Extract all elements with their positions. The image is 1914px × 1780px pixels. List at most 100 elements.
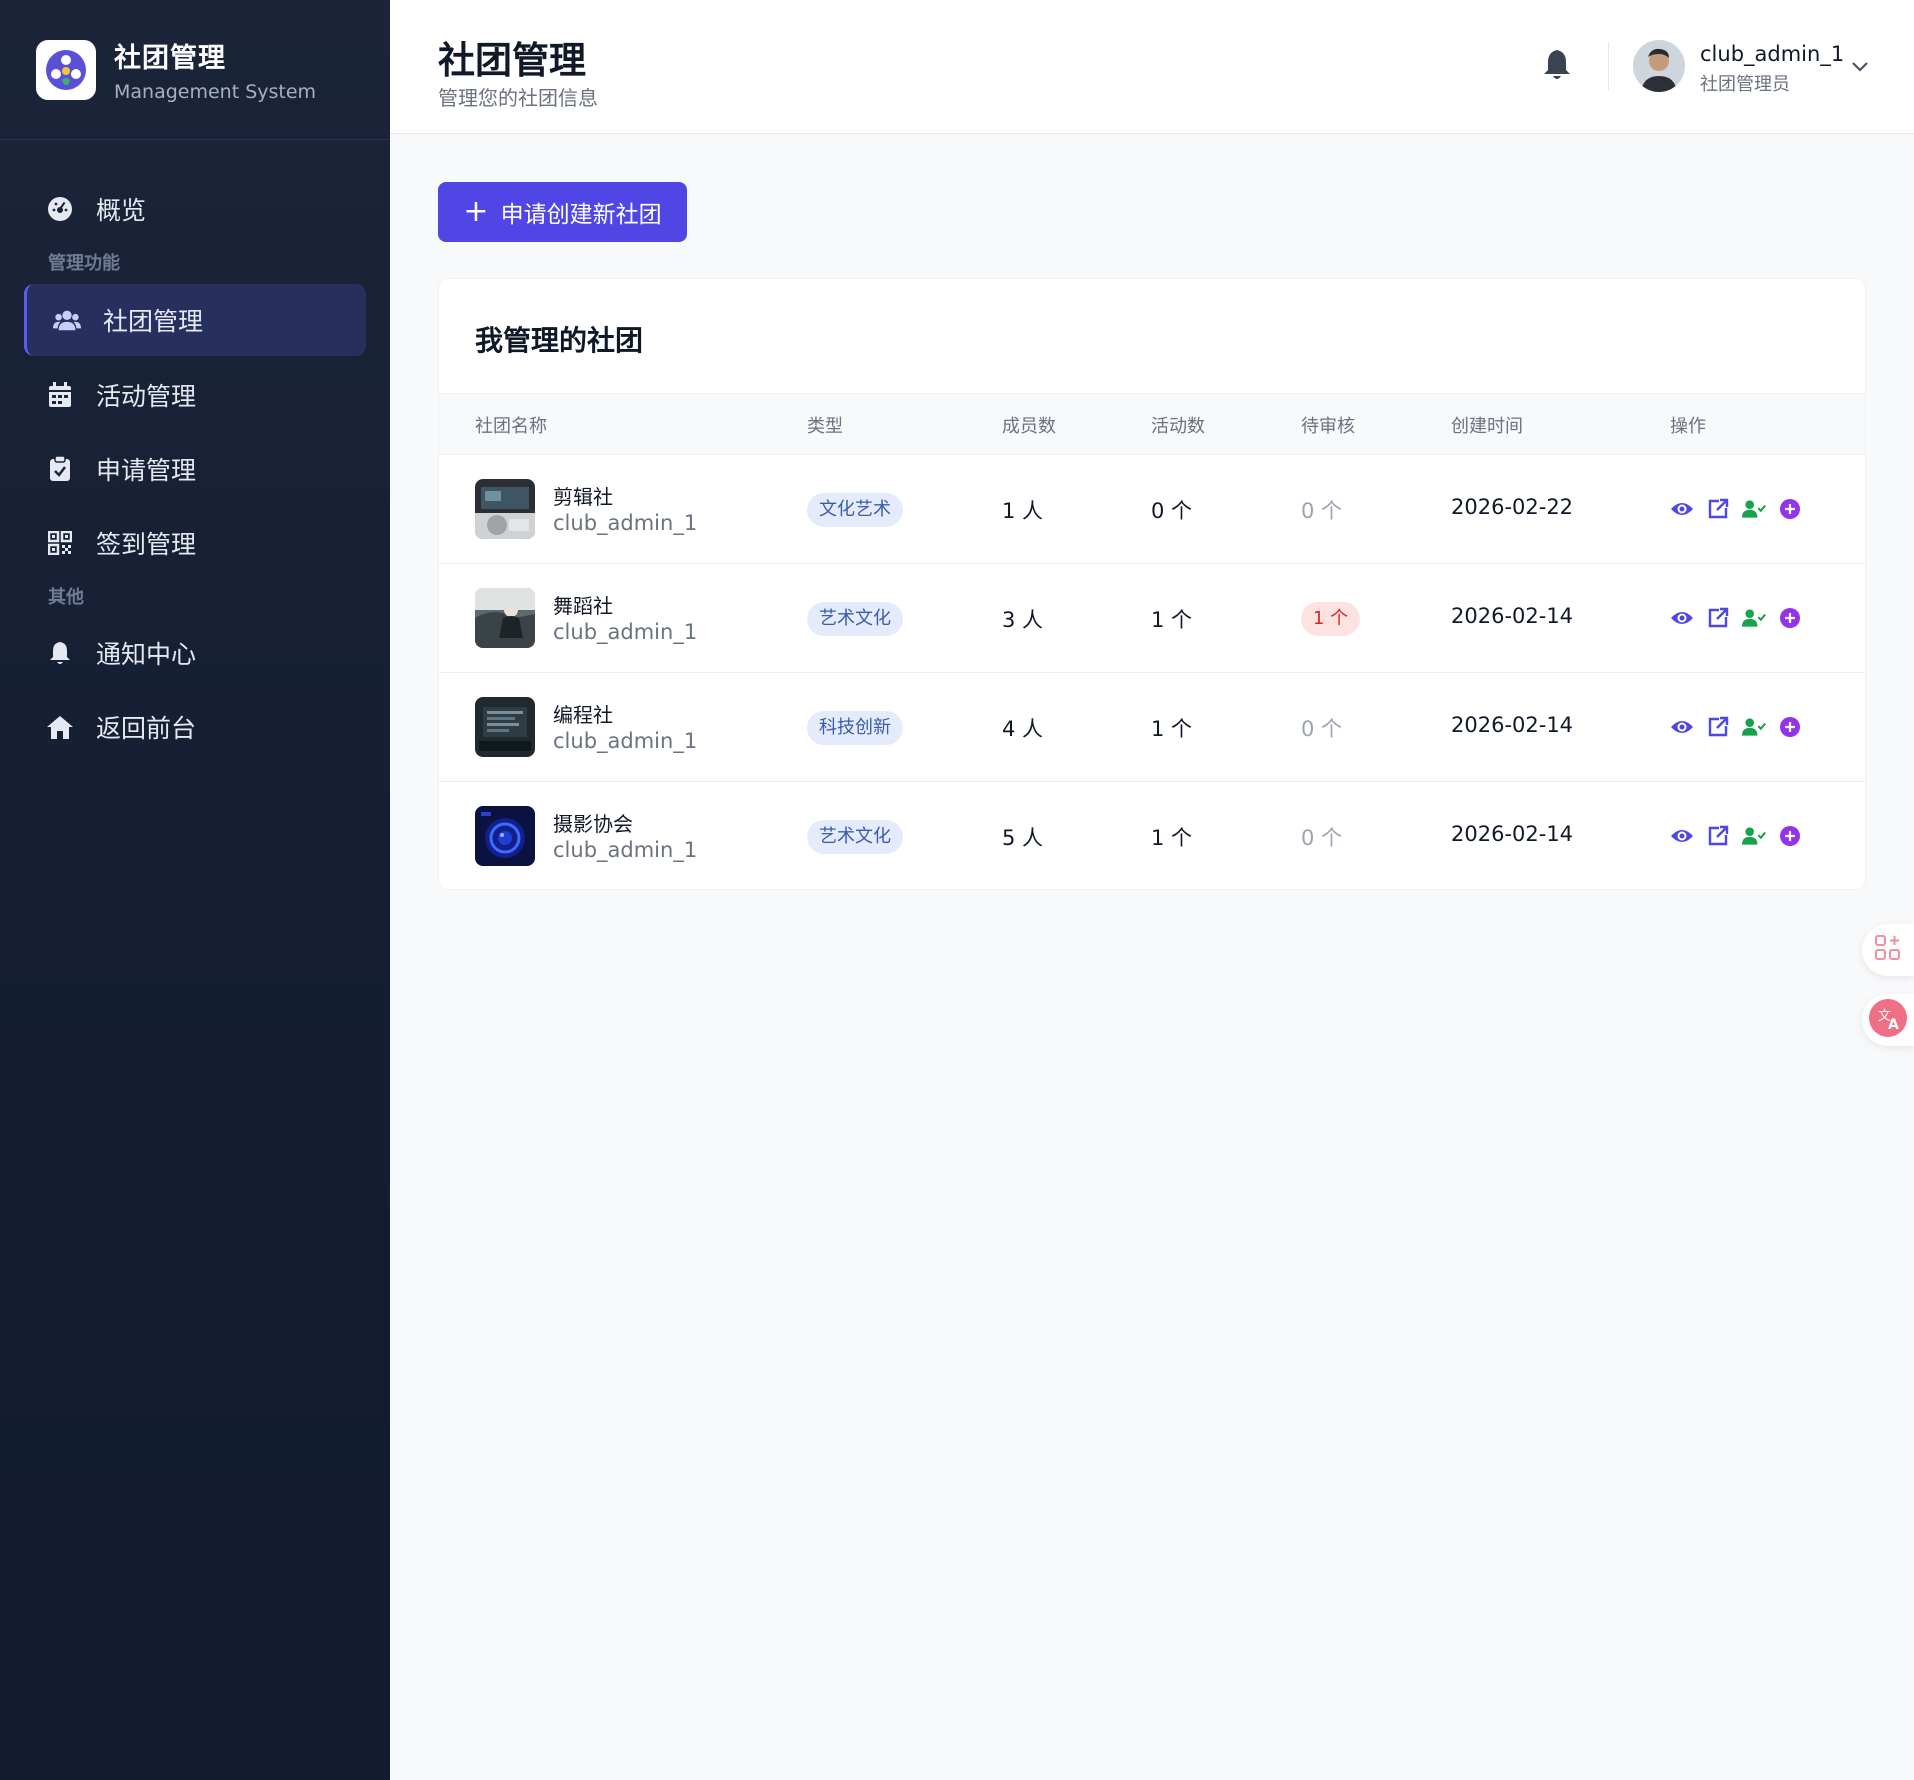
plus-circle-icon[interactable] [1778, 824, 1802, 848]
user-name[interactable]: club_admin_1 [1700, 42, 1844, 66]
user-check-icon[interactable] [1742, 606, 1766, 630]
create-club-label: 申请创建新社团 [500, 202, 662, 228]
sidebar-item-notifications[interactable]: 通知中心 [0, 618, 390, 688]
create-club-button[interactable]: + 申请创建新社团 [438, 182, 687, 242]
sidebar-item-application-manage[interactable]: 申请管理 [0, 434, 390, 504]
user-check-icon[interactable] [1742, 824, 1766, 848]
club-created: 2026-02-22 [1451, 495, 1574, 519]
user-role: 社团管理员 [1700, 74, 1790, 95]
external-link-icon[interactable] [1706, 824, 1730, 848]
brand: 社团管理 Management System [0, 0, 390, 140]
club-members: 1 人 [1002, 499, 1044, 523]
brand-logo [36, 39, 96, 100]
club-activities: 1 个 [1151, 717, 1193, 741]
user-check-icon[interactable] [1742, 715, 1766, 739]
table-header: 社团名称 类型 成员数 活动数 待审核 创建时间 操作 [439, 393, 1865, 455]
notification-bell-icon[interactable] [1542, 48, 1576, 84]
club-type-tag: 艺术文化 [807, 820, 903, 854]
sidebar-item-label: 签到管理 [96, 530, 197, 559]
plus-circle-icon[interactable] [1778, 497, 1802, 521]
club-pending: 0 个 [1301, 717, 1343, 741]
external-link-icon[interactable] [1706, 715, 1730, 739]
th-club-name: 社团名称 [475, 416, 547, 437]
plus-icon: + [463, 194, 489, 229]
club-name[interactable]: 摄影协会 [553, 808, 633, 837]
translate-icon: 文A [1868, 998, 1908, 1042]
users-icon [53, 306, 81, 334]
club-owner: club_admin_1 [553, 729, 698, 753]
club-name[interactable]: 编程社 [553, 699, 613, 728]
plus-circle-icon[interactable] [1778, 715, 1802, 739]
th-type: 类型 [807, 416, 843, 437]
table-row[interactable]: 舞蹈社 club_admin_1 艺术文化 3 人 1 个 1 个 2026-0… [439, 564, 1865, 673]
row-actions [1670, 715, 1802, 739]
card-title: 我管理的社团 [475, 324, 644, 357]
table-row[interactable]: 剪辑社 club_admin_1 文化艺术 1 人 0 个 0 个 2026-0… [439, 455, 1865, 564]
club-owner: club_admin_1 [553, 620, 698, 644]
header-divider [1608, 42, 1609, 90]
row-actions [1670, 606, 1802, 630]
th-created: 创建时间 [1451, 416, 1523, 437]
club-activities: 1 个 [1151, 608, 1193, 632]
club-type-tag: 艺术文化 [807, 602, 903, 636]
sidebar-item-label: 申请管理 [96, 456, 197, 485]
home-icon [46, 713, 74, 741]
sidebar: 社团管理 Management System 概览 管理功能 社团管理 活动管理 [0, 0, 390, 1780]
row-actions [1670, 824, 1802, 848]
club-thumbnail [475, 697, 535, 757]
club-name[interactable]: 剪辑社 [553, 481, 613, 510]
eye-icon[interactable] [1670, 715, 1694, 739]
apps-icon [1874, 934, 1902, 966]
chevron-down-icon[interactable] [1850, 58, 1870, 72]
club-type-tag: 文化艺术 [807, 493, 903, 527]
sidebar-item-label: 活动管理 [96, 382, 197, 411]
eye-icon[interactable] [1670, 606, 1694, 630]
club-thumbnail [475, 479, 535, 539]
row-actions [1670, 497, 1802, 521]
club-owner: club_admin_1 [553, 838, 698, 862]
sidebar-item-overview[interactable]: 概览 [0, 174, 390, 244]
club-pending-badge: 1 个 [1301, 602, 1361, 636]
sidebar-item-label: 通知中心 [96, 640, 197, 669]
club-activities: 1 个 [1151, 826, 1193, 850]
eye-icon[interactable] [1670, 497, 1694, 521]
sidebar-item-label: 社团管理 [103, 307, 204, 336]
avatar[interactable] [1633, 40, 1685, 92]
external-link-icon[interactable] [1706, 497, 1730, 521]
eye-icon[interactable] [1670, 824, 1694, 848]
user-check-icon[interactable] [1742, 497, 1766, 521]
logo-icon [46, 49, 86, 90]
table-row[interactable]: 摄影协会 club_admin_1 艺术文化 5 人 1 个 0 个 2026-… [439, 782, 1865, 889]
translate-tool[interactable]: 文A [1862, 994, 1914, 1046]
plus-circle-icon[interactable] [1778, 606, 1802, 630]
club-thumbnail [475, 806, 535, 866]
sidebar-item-back-front[interactable]: 返回前台 [0, 692, 390, 762]
club-created: 2026-02-14 [1451, 604, 1574, 628]
brand-subtitle: Management System [114, 81, 317, 103]
table-row[interactable]: 编程社 club_admin_1 科技创新 4 人 1 个 0 个 2026-0… [439, 673, 1865, 782]
sidebar-item-club-manage[interactable]: 社团管理 [24, 284, 366, 356]
club-owner: club_admin_1 [553, 511, 698, 535]
sidebar-item-activity-manage[interactable]: 活动管理 [0, 360, 390, 430]
apps-tool[interactable] [1862, 924, 1914, 976]
page-subtitle: 管理您的社团信息 [438, 86, 598, 110]
clipboard-check-icon [46, 455, 74, 483]
nav-group-manage: 管理功能 [48, 253, 120, 274]
nav-group-other: 其他 [48, 587, 84, 608]
bell-icon [46, 639, 74, 667]
external-link-icon[interactable] [1706, 606, 1730, 630]
svg-text:A: A [1888, 1017, 1899, 1033]
sidebar-item-label: 概览 [96, 196, 147, 225]
calendar-icon [46, 381, 74, 409]
brand-title: 社团管理 [114, 43, 226, 74]
sidebar-item-label: 返回前台 [96, 714, 197, 743]
club-pending: 0 个 [1301, 826, 1343, 850]
club-created: 2026-02-14 [1451, 713, 1574, 737]
club-name[interactable]: 舞蹈社 [553, 590, 613, 619]
sidebar-item-checkin-manage[interactable]: 签到管理 [0, 508, 390, 578]
top-header: 社团管理 管理您的社团信息 club_admin_1 社团管理员 [390, 0, 1914, 134]
club-thumbnail [475, 588, 535, 648]
club-activities: 0 个 [1151, 499, 1193, 523]
th-members: 成员数 [1002, 416, 1056, 437]
club-created: 2026-02-14 [1451, 822, 1574, 846]
